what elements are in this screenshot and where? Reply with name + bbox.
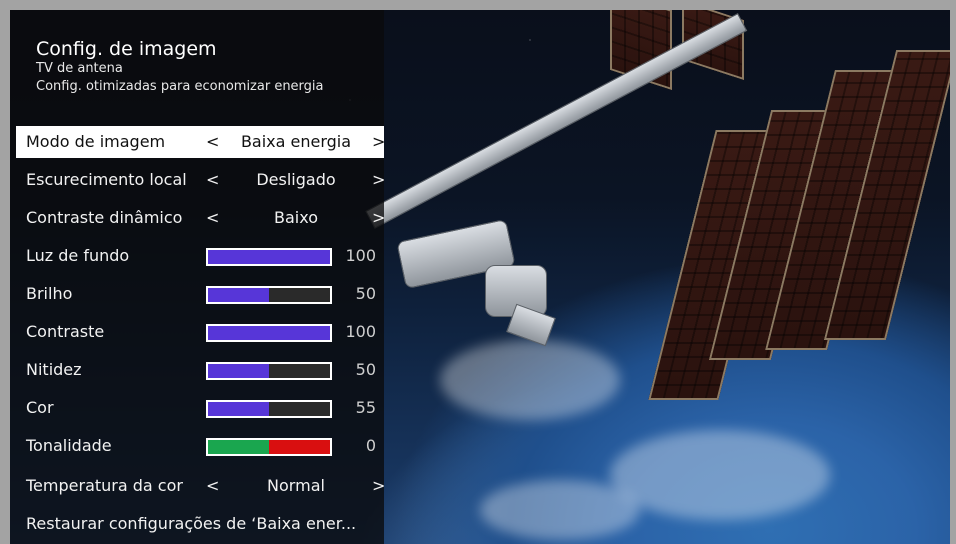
dynamic-contrast-row[interactable]: Contraste dinâmico < Baixo > (16, 202, 385, 234)
sharpness-label: Nitidez (26, 360, 82, 379)
next-arrow-icon[interactable]: > (372, 132, 385, 151)
color-temperature-value: Normal (267, 476, 325, 495)
next-arrow-icon[interactable]: > (372, 208, 385, 227)
color-temperature-row[interactable]: Temperatura da cor < Normal > (16, 470, 385, 502)
brightness-value: 50 (355, 284, 376, 303)
color-slider[interactable] (206, 400, 332, 418)
color-row[interactable]: Cor 55 (16, 392, 384, 424)
restore-settings-label: Restaurar configurações de ‘Baixa ener..… (26, 514, 357, 533)
contrast-row[interactable]: Contraste 100 (16, 316, 384, 348)
cloud (440, 340, 620, 420)
slider-fill (208, 364, 269, 378)
backlight-slider[interactable] (206, 248, 332, 266)
tint-green (208, 440, 269, 454)
brightness-slider[interactable] (206, 286, 332, 304)
energy-note: Config. otimizadas para economizar energ… (36, 79, 324, 94)
dynamic-contrast-label: Contraste dinâmico (26, 208, 183, 227)
prev-arrow-icon[interactable]: < (206, 476, 219, 495)
cloud (610, 430, 830, 520)
next-arrow-icon[interactable]: > (372, 476, 385, 495)
picture-mode-row[interactable]: Modo de imagem < Baixa energia > (16, 126, 385, 158)
local-dimming-row[interactable]: Escurecimento local < Desligado > (16, 164, 385, 196)
slider-fill (208, 326, 330, 340)
color-label: Cor (26, 398, 54, 417)
contrast-label: Contraste (26, 322, 105, 341)
local-dimming-value: Desligado (256, 170, 336, 189)
backlight-value: 100 (345, 246, 376, 265)
brightness-row[interactable]: Brilho 50 (16, 278, 384, 310)
slider-fill (208, 250, 330, 264)
restore-settings-row[interactable]: Restaurar configurações de ‘Baixa ener..… (16, 508, 384, 540)
picture-mode-label: Modo de imagem (26, 132, 166, 151)
contrast-value: 100 (345, 322, 376, 341)
sharpness-slider[interactable] (206, 362, 332, 380)
input-source: TV de antena (36, 61, 123, 76)
prev-arrow-icon[interactable]: < (206, 132, 219, 151)
tint-row[interactable]: Tonalidade 0 (16, 430, 384, 462)
next-arrow-icon[interactable]: > (372, 170, 385, 189)
panel-header: Config. de imagem TV de antena Config. o… (36, 38, 324, 96)
local-dimming-label: Escurecimento local (26, 170, 187, 189)
picture-mode-value: Baixa energia (240, 132, 352, 151)
tint-red (269, 440, 330, 454)
contrast-slider[interactable] (206, 324, 332, 342)
sharpness-row[interactable]: Nitidez 50 (16, 354, 384, 386)
prev-arrow-icon[interactable]: < (206, 170, 219, 189)
dynamic-contrast-value: Baixo (274, 208, 318, 227)
backlight-label: Luz de fundo (26, 246, 130, 265)
cloud (480, 480, 640, 540)
picture-settings-panel: Config. de imagem TV de antena Config. o… (10, 10, 385, 544)
slider-fill (208, 402, 269, 416)
brightness-label: Brilho (26, 284, 73, 303)
panel-title: Config. de imagem (36, 38, 217, 60)
backlight-row[interactable]: Luz de fundo 100 (16, 240, 384, 272)
prev-arrow-icon[interactable]: < (206, 208, 219, 227)
slider-fill (208, 288, 269, 302)
tint-slider[interactable] (206, 438, 332, 456)
color-temperature-label: Temperatura da cor (26, 476, 183, 495)
sharpness-value: 50 (355, 360, 376, 379)
tint-value: 0 (365, 436, 376, 455)
color-value: 55 (355, 398, 376, 417)
tint-label: Tonalidade (26, 436, 112, 455)
